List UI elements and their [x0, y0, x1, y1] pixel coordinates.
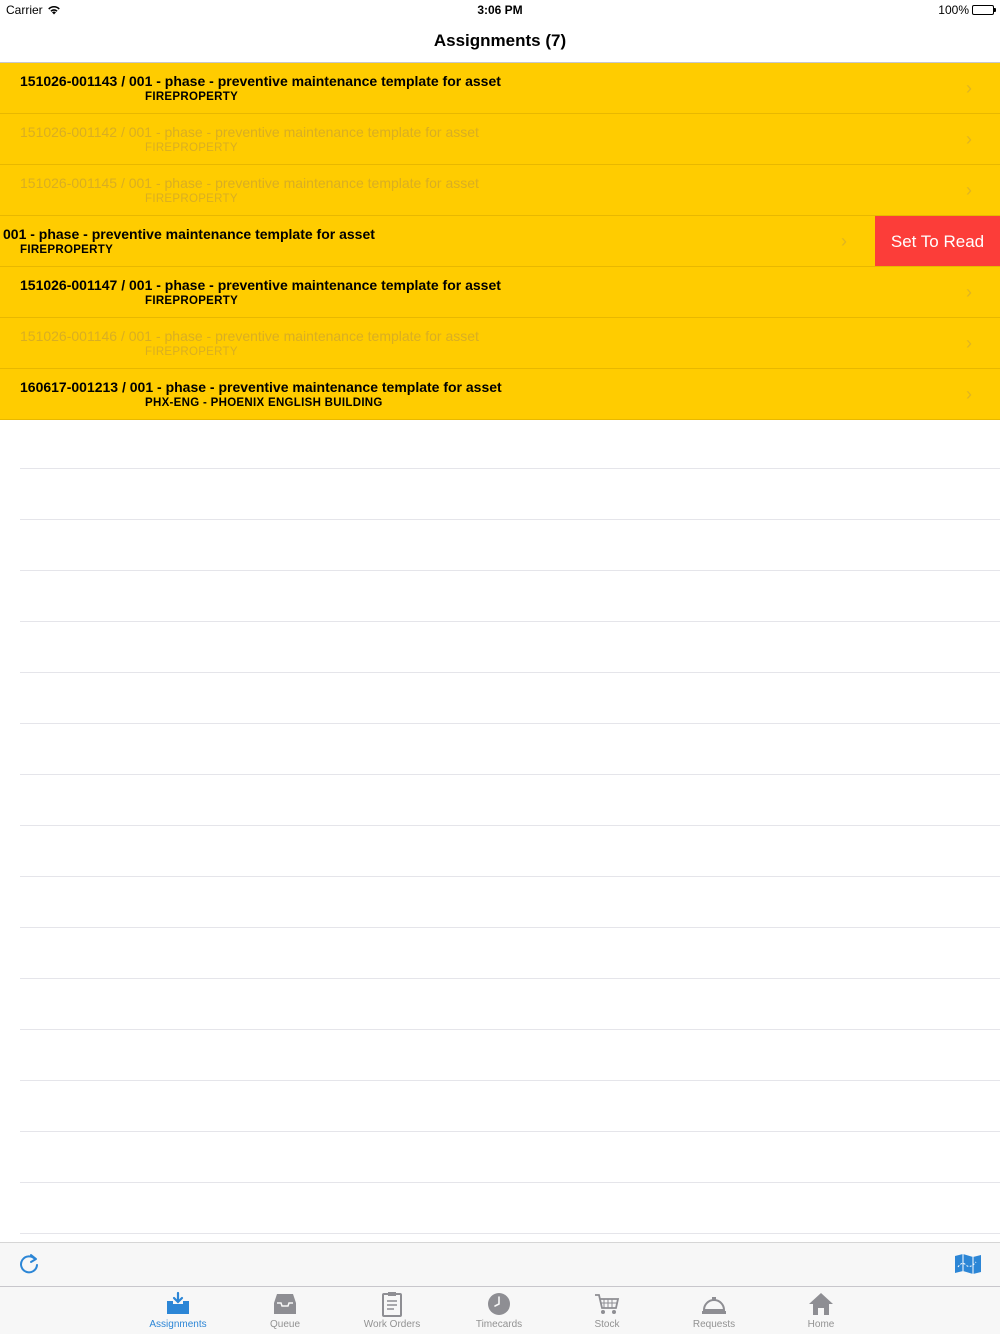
- chevron-right-icon: ›: [966, 78, 972, 98]
- tab-timecards[interactable]: Timecards: [459, 1287, 539, 1334]
- assignment-row-swiped[interactable]: 151026-001144 / 001 - phase - preventive…: [0, 216, 1000, 267]
- tab-home[interactable]: Home: [781, 1287, 861, 1334]
- battery-percent: 100%: [938, 3, 969, 17]
- assignment-location: FIREPROPERTY: [145, 295, 239, 307]
- set-to-read-button[interactable]: Set To Read: [875, 216, 1000, 267]
- chevron-right-icon: ›: [966, 384, 972, 404]
- chevron-right-icon: ›: [841, 231, 847, 251]
- status-bar: Carrier 3:06 PM 100%: [0, 0, 1000, 20]
- home-icon: [809, 1293, 833, 1315]
- assignment-location: FIREPROPERTY: [145, 91, 239, 103]
- chevron-right-icon: ›: [966, 333, 972, 353]
- refresh-icon[interactable]: [18, 1253, 40, 1275]
- tab-label: Home: [807, 1319, 835, 1330]
- chevron-right-icon: ›: [966, 180, 972, 200]
- tab-work-orders[interactable]: Work Orders: [352, 1287, 432, 1334]
- bottom-toolbar: [0, 1242, 1000, 1286]
- battery-icon: [972, 5, 996, 15]
- assignment-row[interactable]: 151026-001142 / 001 - phase - preventive…: [0, 114, 1000, 165]
- assignment-location: FIREPROPERTY: [20, 244, 114, 256]
- tab-label: Timecards: [475, 1319, 523, 1330]
- tab-stock[interactable]: Stock: [567, 1287, 647, 1334]
- assignment-row[interactable]: 151026-001145 / 001 - phase - preventive…: [0, 165, 1000, 216]
- clipboard-icon: [382, 1292, 402, 1317]
- assignment-row[interactable]: 151026-001143 / 001 - phase - preventive…: [0, 63, 1000, 114]
- tab-requests[interactable]: Requests: [674, 1287, 754, 1334]
- assignment-title: 160617-001213 / 001 - phase - preventive…: [20, 379, 502, 395]
- clock-icon: [488, 1293, 510, 1315]
- tab-label: Queue: [269, 1319, 301, 1330]
- assignment-title: 151026-001145 / 001 - phase - preventive…: [20, 175, 479, 191]
- assignment-location: FIREPROPERTY: [145, 142, 238, 154]
- map-icon[interactable]: [954, 1253, 982, 1275]
- chevron-right-icon: ›: [966, 129, 972, 149]
- tab-bar: Assignments Queue Work Orders Timecards …: [0, 1286, 1000, 1334]
- assignment-location: FIREPROPERTY: [145, 346, 238, 358]
- tab-label: Work Orders: [363, 1319, 421, 1330]
- empty-table-area: [20, 418, 1000, 1234]
- assignment-row[interactable]: 160617-001213 / 001 - phase - preventive…: [0, 369, 1000, 420]
- battery: 100%: [938, 3, 996, 17]
- tray-icon: [274, 1294, 296, 1314]
- clock: 3:06 PM: [477, 3, 523, 17]
- assignment-location: PHX-ENG - PHOENIX ENGLISH BUILDING: [145, 397, 383, 409]
- assignment-title: 151026-001143 / 001 - phase - preventive…: [20, 73, 501, 89]
- assignment-location: FIREPROPERTY: [145, 193, 238, 205]
- cart-icon: [595, 1294, 620, 1314]
- assignment-title: 151026-001144 / 001 - phase - preventive…: [0, 226, 375, 242]
- assignment-title: 151026-001146 / 001 - phase - preventive…: [20, 328, 479, 344]
- tab-assignments[interactable]: Assignments: [138, 1287, 218, 1334]
- tab-label: Requests: [692, 1319, 736, 1330]
- tab-queue[interactable]: Queue: [245, 1287, 325, 1334]
- tab-label: Stock: [594, 1319, 620, 1330]
- navigation-bar: Assignments (7): [0, 20, 1000, 63]
- chevron-right-icon: ›: [966, 282, 972, 302]
- assignment-title: 151026-001142 / 001 - phase - preventive…: [20, 124, 479, 140]
- page-title: Assignments (7): [433, 31, 567, 50]
- assignment-row[interactable]: 151026-001147 / 001 - phase - preventive…: [0, 267, 1000, 318]
- assignments-list: 151026-001143 / 001 - phase - preventive…: [0, 63, 1000, 420]
- service-bell-icon: [702, 1297, 726, 1314]
- inbox-download-icon: [167, 1291, 189, 1314]
- assignment-row[interactable]: 151026-001146 / 001 - phase - preventive…: [0, 318, 1000, 369]
- assignment-title: 151026-001147 / 001 - phase - preventive…: [20, 277, 501, 293]
- tab-label: Assignments: [149, 1319, 207, 1330]
